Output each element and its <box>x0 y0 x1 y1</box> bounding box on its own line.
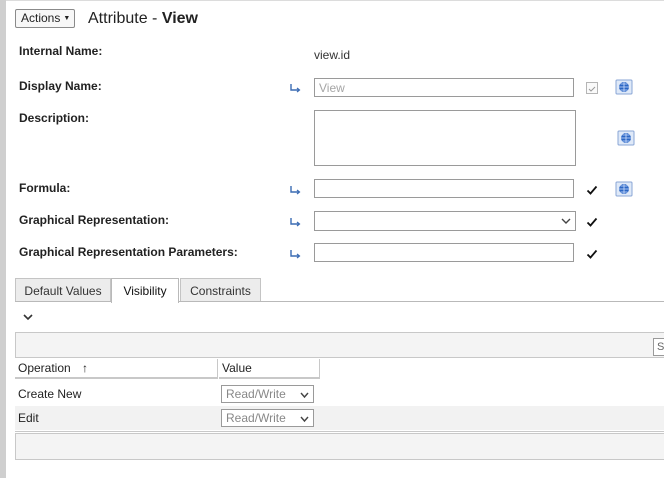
table-row: Create New Read/Write <box>15 382 664 406</box>
column-header-operation-label: Operation <box>18 361 71 375</box>
actions-label: Actions <box>21 11 61 25</box>
description-textarea[interactable] <box>314 110 576 166</box>
row-value-select[interactable]: Read/Write <box>221 409 314 427</box>
collapse-chevron-icon[interactable] <box>22 312 34 322</box>
link-arrow-icon <box>290 218 301 227</box>
column-header-value[interactable]: Value <box>219 359 320 379</box>
graphical-representation-parameters-input[interactable] <box>314 243 574 262</box>
page-title-prefix: Attribute - <box>88 10 162 27</box>
checkmark-icon[interactable] <box>586 184 598 196</box>
link-arrow-icon <box>290 84 301 93</box>
checkmark-icon[interactable] <box>586 216 598 228</box>
row-operation: Create New <box>18 387 82 401</box>
row-value: Read/Write <box>226 387 286 401</box>
localize-globe-icon[interactable] <box>615 79 633 95</box>
actions-menu-button[interactable]: Actions ▼ <box>15 9 75 28</box>
table-search-input[interactable]: Se <box>653 338 664 356</box>
left-edge-bar <box>0 0 6 478</box>
row-value-select[interactable]: Read/Write <box>221 385 314 403</box>
table-footer <box>15 433 664 460</box>
column-header-operation[interactable]: Operation ↑ <box>15 359 218 379</box>
row-value: Read/Write <box>226 411 286 425</box>
table-divider <box>15 431 664 432</box>
formula-input[interactable] <box>314 179 574 198</box>
sort-ascending-icon: ↑ <box>82 361 89 375</box>
display-name-label: Display Name: <box>19 79 102 93</box>
description-label: Description: <box>19 111 90 125</box>
tab-constraints[interactable]: Constraints <box>180 278 261 302</box>
table-row: Edit Read/Write <box>15 406 664 430</box>
graphical-representation-select[interactable] <box>314 211 576 231</box>
graphical-representation-label: Graphical Representation: <box>19 213 170 227</box>
chevron-down-icon <box>300 416 309 423</box>
row-operation: Edit <box>18 411 39 425</box>
top-border <box>6 0 664 1</box>
page-title-name: View <box>161 10 198 27</box>
table-toolbar <box>15 332 664 358</box>
link-arrow-icon <box>290 250 301 259</box>
checkmark-icon[interactable] <box>586 248 598 260</box>
display-name-checkbox[interactable] <box>586 82 598 94</box>
internal-name-label: Internal Name: <box>19 44 103 58</box>
tab-visibility[interactable]: Visibility <box>111 278 179 303</box>
check-mark-icon <box>588 86 596 92</box>
link-arrow-icon <box>290 186 301 195</box>
chevron-down-icon <box>300 392 309 399</box>
graphical-representation-parameters-label: Graphical Representation Parameters: <box>19 245 238 259</box>
caret-down-icon: ▼ <box>63 15 71 22</box>
display-name-input[interactable] <box>314 78 574 97</box>
chevron-down-icon <box>561 218 571 224</box>
page-title: Attribute - View <box>88 10 198 28</box>
formula-label: Formula: <box>19 181 71 195</box>
internal-name-value: view.id <box>314 48 351 62</box>
localize-globe-icon[interactable] <box>615 181 633 197</box>
tab-default-values[interactable]: Default Values <box>15 278 111 302</box>
localize-globe-icon[interactable] <box>617 130 635 146</box>
